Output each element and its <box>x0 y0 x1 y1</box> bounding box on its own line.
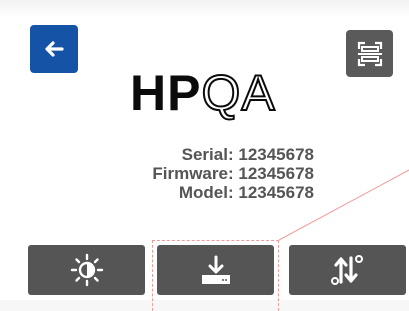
firmware-value: 12345678 <box>238 164 314 183</box>
logo-text-outline: QA <box>200 65 276 121</box>
scan-button[interactable] <box>346 30 393 77</box>
firmware-row: Firmware: 12345678 <box>152 164 314 183</box>
download-icon <box>201 255 230 284</box>
model-label: Model: <box>178 183 234 202</box>
back-button[interactable] <box>30 25 78 73</box>
model-value: 12345678 <box>238 183 314 202</box>
brightness-icon <box>70 253 103 287</box>
top-bar <box>0 0 409 18</box>
serial-row: Serial: 12345678 <box>152 145 314 164</box>
bottom-strip <box>0 300 409 311</box>
serial-value: 12345678 <box>238 145 314 164</box>
sort-settings-button[interactable] <box>289 245 406 295</box>
brightness-button[interactable] <box>28 245 145 295</box>
download-button[interactable] <box>157 245 274 295</box>
scan-frame-icon <box>357 41 382 66</box>
device-info: Serial: 12345678 Firmware: 12345678 Mode… <box>152 145 314 202</box>
sort-settings-icon <box>330 255 363 285</box>
model-row: Model: 12345678 <box>152 183 314 202</box>
device-screen: HP QA Serial: 12345678 Firmware: 1234567… <box>0 0 409 311</box>
arrow-left-icon <box>45 41 64 57</box>
app-logo: HP QA <box>130 65 276 121</box>
logo-text-solid: HP <box>130 65 202 121</box>
serial-label: Serial: <box>181 145 234 164</box>
firmware-label: Firmware: <box>152 164 234 183</box>
